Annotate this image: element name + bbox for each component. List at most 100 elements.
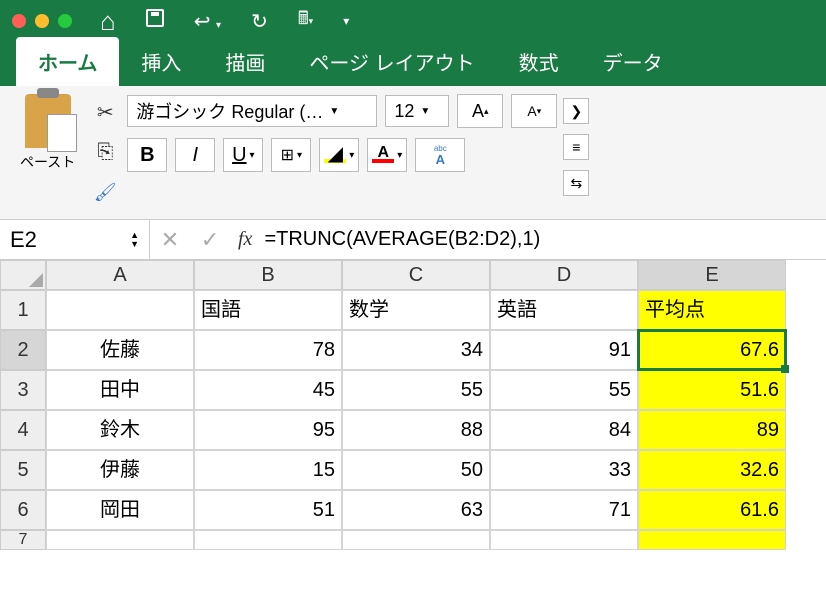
cell-e6[interactable]: 61.6 bbox=[638, 490, 786, 530]
chevron-down-icon: ▼ bbox=[329, 106, 339, 117]
fill-color-button[interactable]: ◢▾ bbox=[319, 138, 359, 172]
font-size-select[interactable]: 12 ▼ bbox=[385, 95, 449, 127]
namebox-stepper[interactable]: ▲▼ bbox=[130, 231, 139, 249]
cell-c4[interactable]: 88 bbox=[342, 410, 490, 450]
cell-a6[interactable]: 岡田 bbox=[46, 490, 194, 530]
name-box[interactable]: E2 ▲▼ bbox=[0, 220, 150, 260]
quick-access-toolbar: ↩ ▾ ↻ 🖩▾ ▾ bbox=[100, 6, 349, 37]
phonetic-guide-button[interactable]: abc A bbox=[415, 138, 465, 172]
ribbon: ペースト 游ゴシック Regular (… ▼ 12 ▼ A▴ A▾ B I U… bbox=[0, 86, 826, 220]
cell-e4[interactable]: 89 bbox=[638, 410, 786, 450]
tab-data[interactable]: データ bbox=[581, 37, 685, 86]
window-controls bbox=[12, 14, 72, 28]
cell-d4[interactable]: 84 bbox=[490, 410, 638, 450]
cell-c2[interactable]: 34 bbox=[342, 330, 490, 370]
cell-a1[interactable] bbox=[46, 290, 194, 330]
calculator-icon[interactable]: 🖩▾ bbox=[298, 6, 313, 36]
font-color-button[interactable]: A▾ bbox=[367, 138, 407, 172]
chevron-down-icon: ▼ bbox=[420, 106, 430, 117]
cell-d7[interactable] bbox=[490, 530, 638, 550]
cell-b5[interactable]: 15 bbox=[194, 450, 342, 490]
fx-icon[interactable]: fx bbox=[230, 228, 260, 251]
cell-c1[interactable]: 数学 bbox=[342, 290, 490, 330]
cancel-formula-button[interactable]: ✕ bbox=[150, 227, 190, 253]
row-header-1[interactable]: 1 bbox=[0, 290, 46, 330]
row-header-7[interactable]: 7 bbox=[0, 530, 46, 550]
cell-a7[interactable] bbox=[46, 530, 194, 550]
row-header-4[interactable]: 4 bbox=[0, 410, 46, 450]
tab-insert[interactable]: 挿入 bbox=[119, 37, 203, 86]
cell-c6[interactable]: 63 bbox=[342, 490, 490, 530]
customize-qat-icon[interactable]: ▾ bbox=[343, 14, 349, 28]
cell-b3[interactable]: 45 bbox=[194, 370, 342, 410]
align-group-icon[interactable]: ≡ bbox=[563, 134, 589, 160]
col-header-b[interactable]: B bbox=[194, 260, 342, 290]
undo-icon[interactable]: ↩ ▾ bbox=[194, 9, 221, 34]
font-name-select[interactable]: 游ゴシック Regular (… ▼ bbox=[127, 95, 377, 127]
cell-b1[interactable]: 国語 bbox=[194, 290, 342, 330]
cell-d6[interactable]: 71 bbox=[490, 490, 638, 530]
col-header-d[interactable]: D bbox=[490, 260, 638, 290]
cell-d1[interactable]: 英語 bbox=[490, 290, 638, 330]
expand-button[interactable]: ❯ bbox=[563, 98, 589, 124]
tab-pagelayout[interactable]: ページ レイアウト bbox=[287, 37, 496, 86]
row-header-2[interactable]: 2 bbox=[0, 330, 46, 370]
cell-a4[interactable]: 鈴木 bbox=[46, 410, 194, 450]
tab-home[interactable]: ホーム bbox=[16, 37, 119, 86]
spreadsheet-grid: A B C D E 1 国語 数学 英語 平均点 2 佐藤 78 34 91 6… bbox=[0, 260, 826, 550]
cell-d3[interactable]: 55 bbox=[490, 370, 638, 410]
collapse-ribbon-icon[interactable]: ⇆ bbox=[563, 170, 589, 196]
increase-font-button[interactable]: A▴ bbox=[457, 94, 503, 128]
row-header-6[interactable]: 6 bbox=[0, 490, 46, 530]
cell-a3[interactable]: 田中 bbox=[46, 370, 194, 410]
col-header-e[interactable]: E bbox=[638, 260, 786, 290]
cell-b7[interactable] bbox=[194, 530, 342, 550]
row-header-5[interactable]: 5 bbox=[0, 450, 46, 490]
confirm-formula-button[interactable]: ✓ bbox=[190, 227, 230, 253]
font-group: 游ゴシック Regular (… ▼ 12 ▼ A▴ A▾ B I U▾ ⊞▾ … bbox=[127, 94, 557, 211]
maximize-button[interactable] bbox=[58, 14, 72, 28]
col-header-a[interactable]: A bbox=[46, 260, 194, 290]
cell-c7[interactable] bbox=[342, 530, 490, 550]
format-painter-button[interactable] bbox=[89, 178, 121, 206]
cell-a5[interactable]: 伊藤 bbox=[46, 450, 194, 490]
row-header-3[interactable]: 3 bbox=[0, 370, 46, 410]
cell-b4[interactable]: 95 bbox=[194, 410, 342, 450]
select-all-corner[interactable] bbox=[0, 260, 46, 290]
font-color-icon: A bbox=[372, 147, 394, 163]
clipboard-group: ペースト bbox=[12, 94, 83, 211]
minimize-button[interactable] bbox=[35, 14, 49, 28]
cell-e1[interactable]: 平均点 bbox=[638, 290, 786, 330]
decrease-font-button[interactable]: A▾ bbox=[511, 94, 557, 128]
cell-b2[interactable]: 78 bbox=[194, 330, 342, 370]
cut-button[interactable] bbox=[89, 98, 121, 126]
cell-b6[interactable]: 51 bbox=[194, 490, 342, 530]
cell-e5[interactable]: 32.6 bbox=[638, 450, 786, 490]
bold-button[interactable]: B bbox=[127, 138, 167, 172]
home-icon[interactable] bbox=[100, 6, 116, 37]
cell-e3[interactable]: 51.6 bbox=[638, 370, 786, 410]
tab-draw[interactable]: 描画 bbox=[203, 37, 287, 86]
clipboard-mini bbox=[89, 94, 121, 211]
redo-icon[interactable]: ↻ bbox=[251, 9, 268, 34]
cell-e2[interactable]: 67.6 bbox=[638, 330, 786, 370]
cell-d5[interactable]: 33 bbox=[490, 450, 638, 490]
cell-c3[interactable]: 55 bbox=[342, 370, 490, 410]
italic-button[interactable]: I bbox=[175, 138, 215, 172]
underline-button[interactable]: U▾ bbox=[223, 138, 263, 172]
ribbon-tabs: ホーム 挿入 描画 ページ レイアウト 数式 データ bbox=[0, 42, 826, 86]
close-button[interactable] bbox=[12, 14, 26, 28]
cell-c5[interactable]: 50 bbox=[342, 450, 490, 490]
tab-formulas[interactable]: 数式 bbox=[497, 37, 581, 86]
cell-a2[interactable]: 佐藤 bbox=[46, 330, 194, 370]
border-button[interactable]: ⊞▾ bbox=[271, 138, 311, 172]
cell-d2[interactable]: 91 bbox=[490, 330, 638, 370]
cell-reference: E2 bbox=[10, 227, 37, 253]
formula-input[interactable] bbox=[260, 228, 826, 251]
copy-button[interactable] bbox=[89, 138, 121, 166]
border-icon: ⊞ bbox=[281, 145, 294, 165]
col-header-c[interactable]: C bbox=[342, 260, 490, 290]
paste-button[interactable]: ペースト bbox=[20, 94, 75, 172]
cell-e7[interactable] bbox=[638, 530, 786, 550]
save-icon[interactable] bbox=[146, 9, 164, 33]
